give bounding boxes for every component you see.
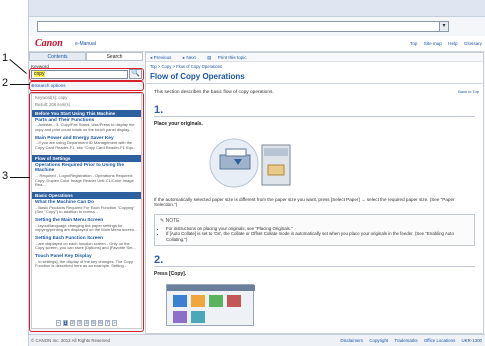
note-item: If [Auto Collate] is set to 'On', the Co… xyxy=(166,231,469,242)
top-links: Top Site map Help Glossary xyxy=(405,41,482,46)
callout-line-2 xyxy=(10,84,30,85)
note-heading: ✎ NOTE xyxy=(160,218,469,224)
address-bar[interactable] xyxy=(37,21,449,32)
footer: © CANON Inc. 2012 All Rights Reserved Di… xyxy=(29,334,485,346)
note-heading-text: NOTE xyxy=(165,217,180,224)
printer-icon: ▤ xyxy=(207,55,212,60)
step-number: 1. xyxy=(154,104,164,116)
copier-illustration xyxy=(206,135,306,193)
browser-toolbar xyxy=(29,0,485,17)
address-dropdown-button[interactable]: ▾ xyxy=(439,21,449,32)
footer-links: Disclaimers Copyright Trademarks Office … xyxy=(335,335,482,346)
callout-3: 3 xyxy=(2,170,9,182)
glossary-link[interactable]: Glossary xyxy=(464,41,482,46)
step-number: 2. xyxy=(154,254,164,267)
callout-line-1 xyxy=(9,59,27,74)
tab-search[interactable]: Search xyxy=(86,52,143,61)
highlight-box-search xyxy=(29,68,144,81)
callout-line-3 xyxy=(10,177,30,178)
page-title: Flow of Copy Operations xyxy=(146,71,483,84)
main-menu-screenshot xyxy=(166,284,255,327)
trademarks-link[interactable]: Trademarks xyxy=(394,338,417,343)
disclaimers-link[interactable]: Disclaimers xyxy=(340,338,363,343)
copyright-link[interactable]: Copyright xyxy=(369,338,388,343)
content-pane: ◂ Previous ▸ Next ▤ Print this topic Top… xyxy=(145,52,484,334)
manual-header: Canon e-Manual Top Site map Help Glossar… xyxy=(29,36,485,52)
page-code: UKR-1300 xyxy=(461,338,483,343)
note-icon: ✎ xyxy=(160,217,165,224)
highlight-box-results xyxy=(29,92,144,332)
breadcrumb[interactable]: Top > Copy > Flow of Copy Operations xyxy=(146,62,483,71)
note-box: ✎ NOTE For instructions on placing your … xyxy=(154,213,475,247)
help-link[interactable]: Help xyxy=(448,41,457,46)
content-toolbar: ◂ Previous ▸ Next ▤ Print this topic xyxy=(146,53,483,62)
next-button[interactable]: ▸ Next xyxy=(183,55,201,60)
callout-2: 2 xyxy=(2,77,9,89)
highlight-box-options xyxy=(29,81,144,91)
step-paragraph: If the automatically selected paper size… xyxy=(154,197,455,208)
back-to-top-link[interactable]: Back to Top xyxy=(458,89,479,94)
office-locations-link[interactable]: Office Locations xyxy=(424,338,455,343)
previous-button[interactable]: ◂ Previous xyxy=(150,55,176,60)
print-label: Print this topic xyxy=(217,55,247,60)
canon-logo: Canon xyxy=(35,38,63,49)
next-label: Next xyxy=(186,55,196,60)
site-map-link[interactable]: Site map xyxy=(424,41,442,46)
copyright-text: © CANON Inc. 2012 All Rights Reserved xyxy=(31,338,111,343)
previous-label: Previous xyxy=(153,55,172,60)
top-link[interactable]: Top xyxy=(410,41,417,46)
emanual-link[interactable]: e-Manual xyxy=(75,41,96,47)
step-text: Place your originals. xyxy=(154,121,203,127)
callout-1: 1 xyxy=(2,52,9,64)
page-description: This section describes the basic flow of… xyxy=(154,90,274,95)
print-button[interactable]: ▤ Print this topic xyxy=(207,55,251,60)
nav-tabs: Contents Search xyxy=(29,52,143,61)
tab-contents[interactable]: Contents xyxy=(29,52,86,61)
step-text: Press [Copy]. xyxy=(154,271,187,278)
